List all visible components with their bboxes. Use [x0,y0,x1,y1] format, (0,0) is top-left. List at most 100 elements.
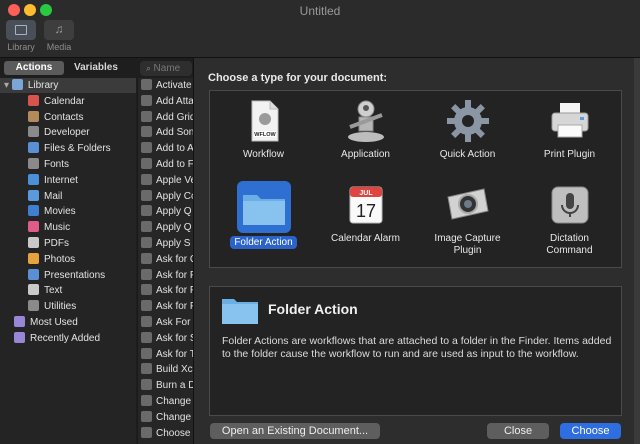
category-icon [28,110,39,122]
action-list-item[interactable]: Ask for F [141,299,193,314]
type-label: Quick Action [439,149,496,160]
type-quick-action[interactable]: Quick Action [416,97,519,161]
sidebar-item[interactable]: Movies [0,204,76,219]
action-list-item[interactable]: Apply Q [141,220,192,235]
type-calendar-alarm[interactable]: JUL 17 Calendar Alarm [314,181,417,245]
action-list-item[interactable]: Apply Co [141,189,193,204]
action-list-item[interactable]: Ask for T [141,347,193,362]
sidebar-item[interactable]: Internet [0,173,78,188]
action-list-item-label: Apply Q [156,206,192,218]
sidebar-item[interactable]: PDFs [0,236,69,251]
action-list-item-label: Ask For [156,317,191,328]
action-list-item[interactable]: Ask for F [141,268,193,283]
action-list-item-label: Activate [156,80,192,91]
action-icon [141,410,152,422]
type-label: Image Capture Plugin [434,233,501,256]
search-input[interactable]: ⌕ Name [140,61,192,76]
action-list-item-label: Build Xc [156,364,193,376]
action-list-item[interactable]: Burn a D [141,378,193,393]
type-print-plugin[interactable]: Print Plugin [518,97,621,161]
category-icon [28,221,39,233]
sidebar-item-label: Fonts [44,159,70,170]
sidebar-item[interactable]: Calendar [0,94,85,109]
sidebar-item-label: Photos [44,253,76,265]
sidebar-item[interactable]: Mail [0,189,62,204]
category-icon [28,173,39,185]
category-icon [28,205,39,217]
action-icon [141,363,152,375]
action-list-item[interactable]: Ask for F [141,283,193,298]
type-image-capture-plugin[interactable]: Image Capture Plugin [416,181,519,257]
type-application[interactable]: Application [314,97,417,161]
sidebar-item-label: Developer [44,127,90,139]
sidebar-item[interactable]: Files & Folders [0,141,111,156]
sidebar-item-label: Contacts [44,111,84,123]
sidebar-item[interactable]: Developer [0,125,90,140]
action-icon [141,110,152,122]
action-list-item[interactable]: Apple Ve [141,173,193,188]
action-icon [141,331,152,343]
gear-icon [444,97,492,145]
type-folder-action[interactable]: Folder Action [212,181,315,249]
choose-button[interactable]: Choose [560,423,621,439]
tab-actions[interactable]: Actions [4,61,64,75]
sidebar-item[interactable]: Contacts [0,110,83,125]
action-list-item[interactable]: Change [141,394,191,409]
category-icon [28,268,39,280]
action-list-item[interactable]: Ask For [141,315,190,330]
type-label: Workflow [243,149,284,160]
sidebar-item[interactable]: Most Used [0,315,78,330]
action-list-item[interactable]: Add Son [141,125,193,140]
sidebar-item[interactable]: Text [0,283,62,298]
action-list-item[interactable]: Add Grid [141,110,193,125]
action-list-item[interactable]: Ask for S [141,331,193,346]
folder-icon [236,181,291,233]
actions-list[interactable]: Activate Add Atta Add Grid Add Son Add to A A… [137,78,193,444]
action-list-item[interactable]: Add Atta [141,94,193,109]
disclosure-triangle-icon[interactable]: ▾ [4,80,12,91]
search-icon: ⌕ [146,63,154,73]
sidebar-item[interactable]: Music [0,220,70,235]
music-note-icon: ♫ [54,22,64,36]
printer-icon [546,97,594,145]
action-list-item-label: Add Grid [156,111,193,123]
action-icon [141,205,152,217]
type-dictation-command[interactable]: Dictation Command [518,181,621,257]
category-icon [28,142,39,154]
category-icon [28,300,39,312]
action-list-item-label: Change [156,396,192,407]
sidebar-item-label: PDFs [44,238,69,249]
sidebar-item[interactable]: Photos [0,252,75,267]
open-existing-document-button[interactable]: Open an Existing Document... [210,423,380,439]
sidebar-item[interactable]: Fonts [0,157,69,172]
action-list-item[interactable]: Apply S [141,236,190,251]
tab-variables[interactable]: Variables [68,61,124,75]
action-list-item[interactable]: Ask for C [141,252,193,267]
sidebar-item[interactable]: Recently Added [0,331,100,346]
action-list-item[interactable]: Activate [141,78,192,93]
action-icon [141,395,152,406]
sidebar-item[interactable]: Utilities [0,299,76,314]
description-title: Folder Action [268,301,358,317]
type-workflow[interactable]: WFLOW Workflow [212,97,315,161]
toolbar-media-button[interactable]: ♫ Media [43,20,75,52]
action-list-item[interactable]: Apply Q [141,204,192,219]
sidebar-item[interactable]: Presentations [0,268,105,283]
action-list-item[interactable]: Build Xc [141,362,193,377]
action-list-item-label: Choose [156,427,191,439]
action-list-item[interactable]: Choose [141,426,190,441]
library-list[interactable]: ▾ Library Calendar Contacts Developer Files … [0,78,136,444]
scrollbar[interactable] [634,58,640,444]
sidebar-item-label: Mail [44,190,63,202]
action-list-item-label: Ask for F [156,301,193,313]
sidebar-item-label: Text [44,285,63,297]
toolbar-library-button[interactable]: Library [5,20,37,52]
action-icon [141,79,152,90]
action-list-item[interactable]: Add to A [141,141,193,156]
sidebar-item[interactable]: ▾ Library [0,78,136,93]
action-list-item-label: Add Atta [156,95,193,107]
close-button[interactable]: Close [487,423,549,439]
action-list-item[interactable]: Change [141,410,191,425]
action-list-item[interactable]: Add to F [141,157,193,172]
action-icon [141,158,152,169]
